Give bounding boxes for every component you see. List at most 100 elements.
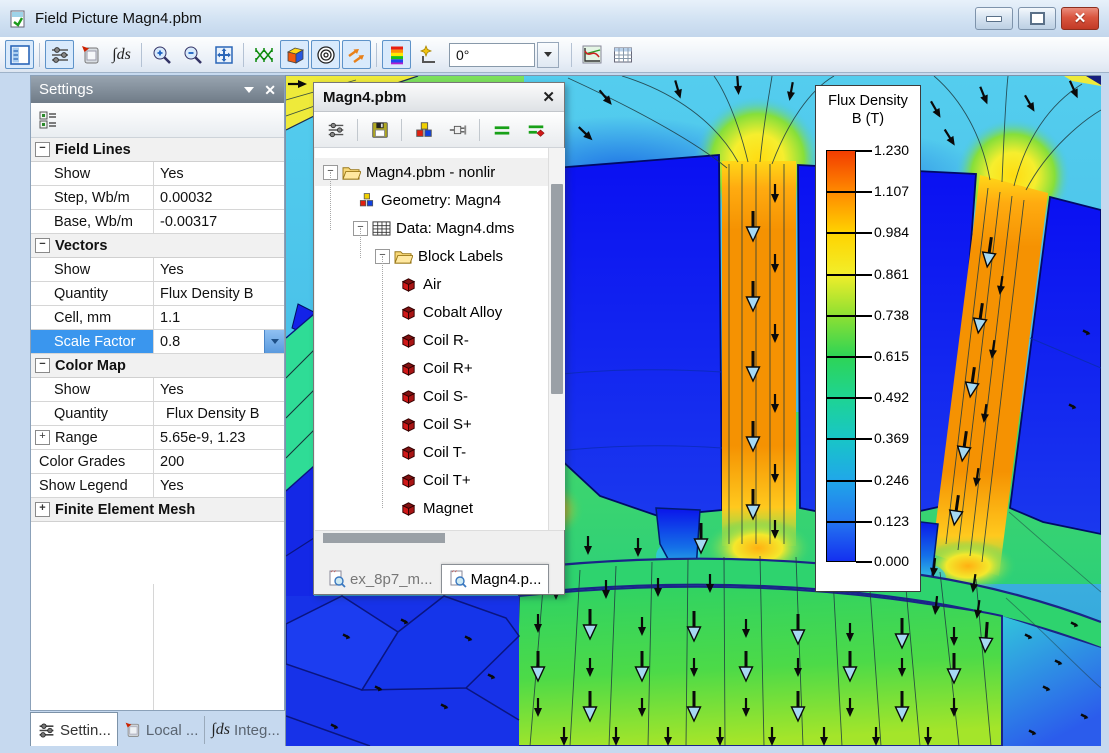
tree-item-coil-r-minus[interactable]: Coil R- <box>315 326 548 354</box>
property-grid: − Field Lines Show Yes Step, Wb/m 0.0003… <box>31 138 284 710</box>
close-button[interactable]: ✕ <box>1061 7 1099 30</box>
local-values-button[interactable] <box>76 40 105 69</box>
xy-plot-button[interactable] <box>577 40 606 69</box>
block-label-icon <box>399 304 418 321</box>
pick-corner-button[interactable] <box>413 40 442 69</box>
block-label-icon <box>399 500 418 517</box>
prop-row[interactable]: Show Legend Yes <box>31 474 284 498</box>
integrate-button[interactable]: ∫ds <box>107 40 136 69</box>
group-color-map[interactable]: − Color Map <box>31 354 284 378</box>
tree-item-project[interactable]: − Magn4.pbm - nonlir <box>315 158 548 186</box>
green-equals-icon <box>492 120 512 140</box>
tree-item-coil-t-plus[interactable]: Coil T+ <box>315 466 548 494</box>
scrollbar-thumb[interactable] <box>323 533 445 543</box>
block-label-icon <box>399 360 418 377</box>
value-dropdown-button[interactable] <box>264 330 284 353</box>
prop-row[interactable]: Show Yes <box>31 162 284 186</box>
tree-item-magnet[interactable]: Magnet <box>315 494 548 522</box>
minimize-button[interactable] <box>975 7 1013 30</box>
zoom-out-button[interactable] <box>178 40 207 69</box>
solve-connector-button[interactable] <box>443 115 472 144</box>
range-expander[interactable]: + <box>35 430 50 445</box>
tab-ex8p7[interactable]: ex_8p7_m... <box>320 564 441 594</box>
tree-item-coil-t-minus[interactable]: Coil T- <box>315 438 548 466</box>
scrollbar-thumb[interactable] <box>551 184 563 394</box>
prop-row[interactable]: Cell, mm 1.1 <box>31 306 284 330</box>
prop-row[interactable]: Step, Wb/m 0.00032 <box>31 186 284 210</box>
angle-dropdown-button[interactable] <box>537 42 559 68</box>
tree-vertical-scrollbar[interactable] <box>548 148 565 530</box>
group-expander[interactable]: − <box>35 142 50 157</box>
group-vectors[interactable]: − Vectors <box>31 234 284 258</box>
shaded-plot-button[interactable] <box>280 40 309 69</box>
zoom-extents-button[interactable] <box>209 40 238 69</box>
panel-tab-bar: Settin... Local ... ∫ds Integ... <box>30 712 286 748</box>
tree-item-block-labels[interactable]: − Block Labels <box>315 242 548 270</box>
grid-column-divider <box>153 584 154 710</box>
tree-item-coil-s-plus[interactable]: Coil S+ <box>315 410 548 438</box>
toggle-sidebar-button[interactable] <box>5 40 34 69</box>
rainbow-icon <box>386 44 408 66</box>
scale-factor-value[interactable]: 0.8 <box>160 334 180 350</box>
toolbar-separator <box>243 43 244 67</box>
group-finite-element-mesh[interactable]: + Finite Element Mesh <box>31 498 284 522</box>
project-settings-button[interactable] <box>321 115 350 144</box>
sidebar-icon <box>9 44 31 66</box>
prop-row[interactable]: Base, Wb/m -0.00317 <box>31 210 284 234</box>
sliders-icon <box>326 120 346 140</box>
tree-item-geometry[interactable]: Geometry: Magn4 <box>315 186 548 214</box>
panel-menu-button[interactable] <box>244 87 254 93</box>
prop-row-scale-factor[interactable]: Scale Factor 0.8 <box>31 330 284 354</box>
project-close-button[interactable]: ✕ <box>542 88 555 106</box>
project-window: Magn4.pbm ✕ <box>313 82 565 595</box>
maximize-icon <box>1030 12 1045 25</box>
prop-row[interactable]: Show Yes <box>31 378 284 402</box>
maximize-button[interactable] <box>1018 7 1056 30</box>
integral-icon: ∫ds <box>112 46 131 64</box>
legend-tick: 0.861 <box>874 266 920 282</box>
tab-local-values[interactable]: Local ... <box>118 712 205 748</box>
tree-item-coil-r-plus[interactable]: Coil R+ <box>315 354 548 382</box>
prop-row[interactable]: Color Grades 200 <box>31 450 284 474</box>
prop-row-range[interactable]: + Range 5.65e-9, 1.23 <box>31 426 284 450</box>
settings-button[interactable] <box>45 40 74 69</box>
vector-plot-button[interactable] <box>342 40 371 69</box>
tree-item-data[interactable]: − Data: Magn4.dms <box>315 214 548 242</box>
legend-title: Flux Density B (T) <box>816 92 920 128</box>
legend-tick: 0.369 <box>874 430 920 446</box>
angle-combobox[interactable]: 0° <box>449 42 559 68</box>
colormap-button[interactable] <box>382 40 411 69</box>
angle-value[interactable]: 0° <box>449 43 535 67</box>
legend-tick: 0.246 <box>874 472 920 488</box>
vectors-icon <box>346 44 368 66</box>
panel-close-button[interactable]: ✕ <box>264 83 276 97</box>
tab-settings[interactable]: Settin... <box>30 712 118 748</box>
tree-item-cobalt-alloy[interactable]: Cobalt Alloy <box>315 298 548 326</box>
sliders-icon <box>49 44 71 66</box>
tree-item-air[interactable]: Air <box>315 270 548 298</box>
table-view-button[interactable] <box>608 40 637 69</box>
close-icon: ✕ <box>1074 11 1087 26</box>
contour-plot-button[interactable] <box>311 40 340 69</box>
tab-magn4[interactable]: Magn4.p... <box>441 564 550 594</box>
group-expander[interactable]: + <box>35 502 50 517</box>
project-window-titlebar[interactable]: Magn4.pbm ✕ <box>314 83 564 112</box>
save-button[interactable] <box>365 115 394 144</box>
tree-item-coil-s-minus[interactable]: Coil S- <box>315 382 548 410</box>
prop-row[interactable]: Quantity Flux Density B <box>31 282 284 306</box>
equal-lines-button[interactable] <box>487 115 516 144</box>
prop-row[interactable]: Show Yes <box>31 258 284 282</box>
probe-clipboard-icon <box>124 721 142 739</box>
prop-row[interactable]: Quantity Flux Density B <box>31 402 284 426</box>
group-field-lines[interactable]: − Field Lines <box>31 138 284 162</box>
tracked-lines-button[interactable] <box>521 115 550 144</box>
group-expander[interactable]: − <box>35 358 50 373</box>
geometry-button[interactable] <box>409 115 438 144</box>
group-expander[interactable]: − <box>35 238 50 253</box>
tree-horizontal-scrollbar[interactable] <box>315 530 564 545</box>
categorized-view-icon[interactable] <box>37 109 59 131</box>
zoom-in-button[interactable] <box>147 40 176 69</box>
tab-integrals[interactable]: ∫ds Integ... <box>205 712 285 748</box>
show-mesh-button[interactable] <box>249 40 278 69</box>
wizard-corner-icon <box>417 44 439 66</box>
